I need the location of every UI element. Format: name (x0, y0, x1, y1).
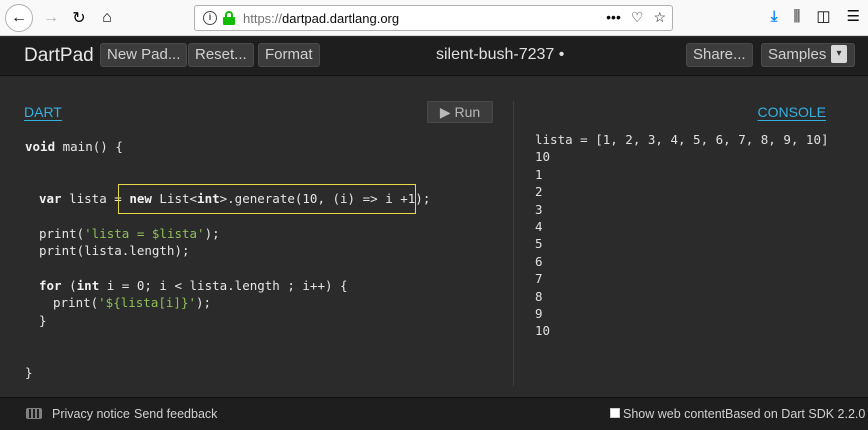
footer: Privacy notice Send feedback Show web co… (0, 397, 868, 430)
app-title: DartPad (24, 45, 94, 66)
run-button[interactable]: ▶ Run (427, 101, 493, 123)
back-icon[interactable]: ← (5, 4, 33, 32)
url-scheme: https:// (243, 11, 283, 26)
code-line: } (25, 365, 33, 380)
reset-button[interactable]: Reset... (188, 43, 254, 67)
download-icon[interactable]: ⤓ (771, 8, 778, 25)
info-icon[interactable]: i (203, 11, 217, 25)
bookmark-star-icon[interactable]: ☆ (653, 9, 666, 26)
forward-icon[interactable]: → (38, 5, 64, 31)
tab-console[interactable]: CONSOLE (758, 104, 826, 120)
dartpad-header: DartPad New Pad... Reset... Format silen… (0, 37, 868, 76)
console-line: 10 (535, 323, 551, 339)
format-button[interactable]: Format (258, 43, 320, 67)
lock-icon (223, 11, 235, 25)
main-area: DART ▶ Run CONSOLE varvoid main() { var … (0, 77, 868, 397)
url-text[interactable]: https://dartpad.dartlang.org (243, 11, 399, 26)
keyboard-icon[interactable] (26, 408, 42, 419)
console-line: 8 (535, 288, 543, 304)
share-button[interactable]: Share... (686, 43, 753, 67)
panel-divider[interactable] (513, 101, 514, 386)
console-line: 4 (535, 219, 543, 235)
menu-icon[interactable]: ☰ (847, 7, 860, 25)
library-icon[interactable]: ⫼ (793, 8, 800, 25)
page-actions-icon[interactable]: ••• (606, 9, 621, 26)
code-line: print('${lista[i]}'); (53, 295, 212, 310)
console-line: lista = [1, 2, 3, 4, 5, 6, 7, 8, 9, 10] (535, 132, 829, 147)
console-line: 1 (535, 166, 543, 182)
reload-icon[interactable]: ↻ (66, 5, 92, 31)
sidebar-icon[interactable]: ◫ (816, 7, 830, 25)
code-line: } (39, 313, 47, 328)
console-output: lista = [1, 2, 3, 4, 5, 6, 7, 8, 9, 10] … (535, 131, 829, 340)
send-feedback-link[interactable]: Send feedback (134, 407, 217, 421)
privacy-notice-link[interactable]: Privacy notice (52, 407, 130, 421)
code-line: varvoid main() { (25, 139, 123, 154)
new-pad-button[interactable]: New Pad... (100, 43, 188, 67)
pad-name: silent-bush-7237 • (436, 46, 565, 63)
console-line: 9 (535, 306, 543, 322)
tab-dart[interactable]: DART (24, 104, 62, 120)
console-line: 6 (535, 253, 543, 269)
console-line: 5 (535, 236, 543, 252)
url-host: dartpad.dartlang.org (282, 11, 400, 26)
code-line: print(lista.length); (39, 243, 190, 258)
console-line: 7 (535, 271, 543, 287)
console-line: 3 (535, 201, 543, 217)
home-icon[interactable]: ⌂ (94, 5, 120, 31)
code-line: print('lista = $lista'); (39, 226, 220, 241)
show-web-content-label[interactable]: Show web content (623, 407, 725, 421)
code-highlight-box (118, 184, 416, 214)
browser-toolbar: ← → ↻ ⌂ i https://dartpad.dartlang.org •… (0, 0, 868, 36)
console-line: 10 (535, 149, 551, 165)
console-line: 2 (535, 184, 543, 200)
address-bar[interactable]: i https://dartpad.dartlang.org ••• ♡ ☆ (194, 5, 673, 31)
chevron-down-icon[interactable]: ▾ (831, 45, 847, 63)
pocket-icon[interactable]: ♡ (631, 9, 644, 26)
show-web-content-checkbox[interactable] (610, 408, 620, 418)
code-line: for (int i = 0; i < lista.length ; i++) … (39, 278, 348, 293)
sdk-version: Based on Dart SDK 2.2.0 (725, 407, 866, 421)
